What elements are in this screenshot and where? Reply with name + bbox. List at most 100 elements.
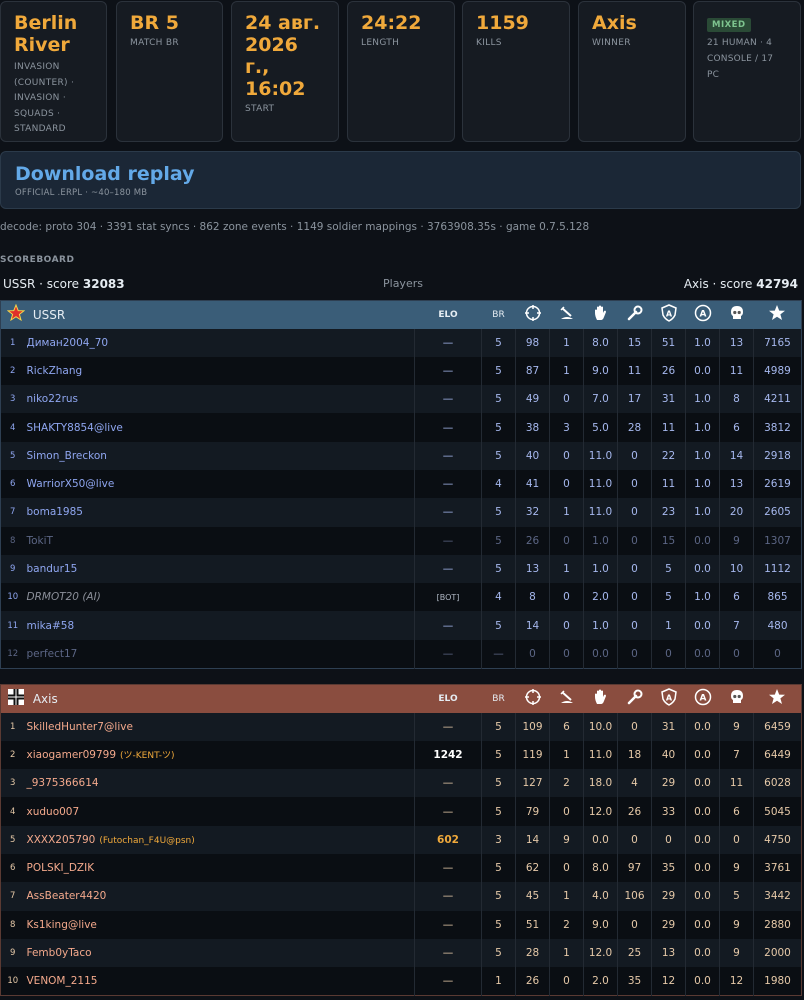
player-name-text[interactable]: niko22rus	[27, 393, 79, 405]
crosshair-icon	[524, 688, 542, 709]
stat-cell: 1.0	[583, 554, 618, 584]
wrench-column-header[interactable]	[618, 685, 652, 713]
table-row[interactable]: 6 POLSKI_DZIK —5 62 0 8.0 97 35 0.0 9 3761	[0, 853, 802, 883]
stat-cell: 1.0	[583, 611, 618, 640]
decode-info: decode: proto 304 · 3391 stat syncs · 86…	[0, 221, 590, 233]
table-row[interactable]: 10 VENOM_2115—1 26 0 2.0 35 12 0.0 12 1980	[0, 967, 802, 996]
player-name[interactable]: POLSKI_DZIK	[24, 853, 415, 883]
player-name[interactable]: Диман2004_70	[24, 328, 415, 357]
table-row[interactable]: 6 WarriorX50@live —4 41 0 11.0 0 11 1.0 13 2619	[0, 469, 802, 499]
player-name-text[interactable]: TokiT	[27, 535, 53, 547]
crosshair-column-header[interactable]	[516, 301, 550, 329]
player-name[interactable]: perfect17	[24, 639, 415, 669]
table-row[interactable]: 8 TokiT —5 26 0 1.0 0 15 0.0 9 1307	[0, 526, 802, 555]
player-name-text[interactable]: _9375366614	[27, 777, 99, 789]
player-name[interactable]: RickZhang	[24, 356, 415, 386]
table-row[interactable]: 4 SHAKTY8854@live —5 38 3 5.0 28 11 1.0 6 3812	[0, 413, 802, 442]
player-name-text[interactable]: WarriorX50@live	[27, 478, 115, 490]
player-name-text[interactable]: SkilledHunter7@live	[27, 721, 133, 733]
player-name-text[interactable]: SHAKTY8854@live	[27, 422, 123, 434]
stat-cell: 11	[719, 356, 754, 386]
player-name-text[interactable]: VENOM_2115	[27, 975, 98, 987]
table-row[interactable]: 12 perfect17— —0 0 0.0 0 0 0.0 0 0	[0, 639, 802, 669]
stat-cell: 1	[549, 356, 584, 386]
player-name-text[interactable]: Femb0yTaco	[27, 947, 92, 959]
player-name[interactable]: bandur15	[24, 554, 415, 584]
table-row[interactable]: 4 xuduo007 —5 79 0 12.0 26 33 0.0 6 5045	[0, 797, 802, 826]
player-name[interactable]: DRMOT20 (AI)	[24, 583, 415, 612]
player-name-text[interactable]: Ks1king@live	[27, 919, 97, 931]
player-name[interactable]: AssBeater4420	[24, 882, 415, 911]
player-name[interactable]: Femb0yTaco	[24, 938, 415, 968]
table-row[interactable]: 2 RickZhang —5 87 1 9.0 11 26 0.0 11 4989	[0, 356, 802, 386]
player-name-text[interactable]: boma1985	[27, 506, 83, 518]
player-name[interactable]: Ks1king@live	[24, 910, 415, 939]
player-name-text[interactable]: xuduo007	[27, 806, 80, 818]
player-name[interactable]: SHAKTY8854@live	[24, 413, 415, 442]
table-row[interactable]: 3 _9375366614 —5 127 2 18.0 4 29 0.0 11 6028	[0, 769, 802, 798]
wrench-column-header[interactable]	[618, 301, 652, 329]
player-name-text[interactable]: perfect17	[27, 648, 78, 660]
table-row[interactable]: 5 Simon_Breckon —5 40 0 11.0 0 22 1.0 14 2918	[0, 441, 802, 470]
stat-cell: 0.0	[685, 853, 720, 883]
player-name-text[interactable]: AssBeater4420	[27, 890, 107, 902]
table-row[interactable]: 11 mika#58—5 14 0 1.0 0 1 0.0 7 480	[0, 611, 802, 640]
table-row[interactable]: 2 xiaogamer09799 (ツ-KENT-ツ) 1242 5 119 1 11.0 18…	[0, 740, 802, 770]
shield-a-column-header[interactable]: A	[652, 301, 686, 329]
player-name[interactable]: TokiT	[24, 526, 415, 555]
download-replay-button[interactable]: Download replay OFFICIAL .ERPL · ~40–180…	[0, 151, 801, 209]
player-name-text[interactable]: Simon_Breckon	[27, 450, 107, 462]
player-name[interactable]: xuduo007	[24, 797, 415, 826]
player-name-text[interactable]: DRMOT20 (AI)	[27, 591, 101, 603]
player-name[interactable]: _9375366614	[24, 769, 415, 798]
circle-a-column-header[interactable]: A	[686, 301, 720, 329]
player-name-text[interactable]: bandur15	[27, 563, 78, 575]
star-column-header[interactable]	[754, 301, 802, 329]
player-name-text[interactable]: xiaogamer09799	[27, 749, 117, 761]
player-name[interactable]: boma1985	[24, 498, 415, 527]
hand-column-header[interactable]	[584, 685, 618, 713]
stat-cell: 0.0	[685, 797, 720, 826]
stat-cell: 4989	[753, 356, 802, 386]
table-row[interactable]: 10 DRMOT20 (AI) [BOT] 4 8 0 2.0 0 5 1.0 6 865	[0, 583, 802, 612]
download-replay-title[interactable]: Download replay	[15, 162, 786, 186]
table-row[interactable]: 9 bandur15—5 13 1 1.0 0 5 0.0 10 1112	[0, 554, 802, 584]
table-row[interactable]: 5 XXXX205790 (Futochan_F4U@psn) 602 3 14 9 0.0 0…	[0, 825, 802, 854]
player-name[interactable]: niko22rus	[24, 385, 415, 414]
table-row[interactable]: 7 AssBeater4420—5 45 1 4.0 106 29 0.0 5 3442	[0, 882, 802, 911]
crosshair-column-header[interactable]	[516, 685, 550, 713]
player-name[interactable]: WarriorX50@live	[24, 469, 415, 499]
circle-a-column-header[interactable]: A	[686, 685, 720, 713]
player-name-text[interactable]: POLSKI_DZIK	[27, 862, 95, 874]
table-row[interactable]: 1 SkilledHunter7@live —5 109 6 10.0 0 31 0.0 9 645…	[0, 712, 802, 741]
player-name-text[interactable]: RickZhang	[27, 365, 83, 377]
player-name-text[interactable]: mika#58	[27, 620, 75, 632]
player-name[interactable]: mika#58	[24, 611, 415, 640]
table-row[interactable]: 1 Диман2004_70—5 98 1 8.0 15 51 1.0 13 7165	[0, 328, 802, 357]
table-row[interactable]: 9 Femb0yTaco —5 28 1 12.0 25 13 0.0 9 2000	[0, 938, 802, 968]
grenade-column-header[interactable]	[550, 301, 584, 329]
player-name[interactable]: Simon_Breckon	[24, 441, 415, 470]
stat-cell: 2	[549, 769, 584, 798]
table-row[interactable]: 7 boma1985 —5 32 1 11.0 0 23 1.0 20 2605	[0, 498, 802, 527]
player-name[interactable]: VENOM_2115	[24, 967, 415, 996]
table-row[interactable]: 8 Ks1king@live —5 51 2 9.0 0 29 0.0 9 2880	[0, 910, 802, 939]
skull-column-header[interactable]	[720, 301, 754, 329]
player-name[interactable]: SkilledHunter7@live	[24, 712, 415, 741]
grenade-column-header[interactable]	[550, 685, 584, 713]
crosshair-icon	[524, 304, 542, 325]
table-row[interactable]: 3 niko22rus —5 49 0 7.0 17 31 1.0 8 4211	[0, 385, 802, 414]
stat-cell: 865	[753, 583, 802, 612]
stat-cell: 29	[651, 882, 686, 911]
skull-column-header[interactable]	[720, 685, 754, 713]
star-column-header[interactable]	[754, 685, 802, 713]
mix-line: CONSOLE / 17 PC	[707, 54, 774, 80]
hand-column-header[interactable]	[584, 301, 618, 329]
player-name[interactable]: xiaogamer09799 (ツ-KENT-ツ)	[24, 740, 415, 770]
player-name-text[interactable]: XXXX205790	[27, 834, 96, 846]
player-name[interactable]: XXXX205790 (Futochan_F4U@psn)	[24, 825, 415, 854]
shield-a-column-header[interactable]: A	[652, 685, 686, 713]
stat-cell: 5	[719, 882, 754, 911]
player-name-text[interactable]: Диман2004_70	[27, 337, 109, 349]
kills-label: KILLS	[476, 38, 502, 48]
